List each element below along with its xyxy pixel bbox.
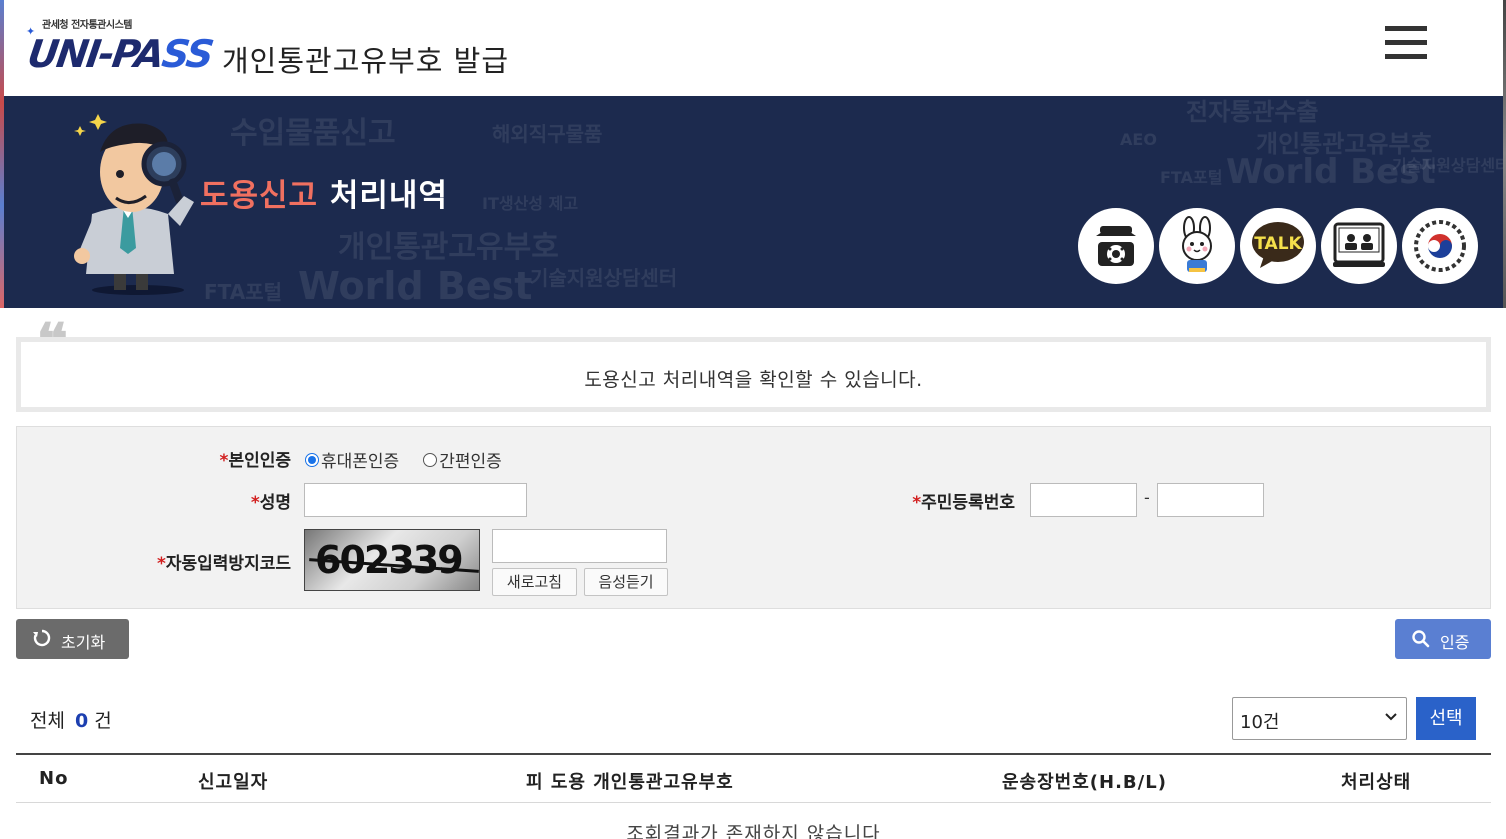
- reset-button-label: 초기화: [61, 633, 106, 652]
- rrn-front-input[interactable]: [1030, 483, 1137, 517]
- search-form: *본인인증 휴대폰인증 간편인증 *성명 *주민등록번호 - *자동입력방지코드…: [16, 426, 1491, 609]
- remote-support-quick-link[interactable]: [1321, 208, 1397, 284]
- notice-text: 도용신고 처리내역을 확인할 수 있습니다.: [584, 369, 923, 391]
- logo-wordmark-part-a: UNI-PA: [24, 32, 166, 76]
- column-header-date: 신고일자: [198, 772, 269, 793]
- hamburger-menu-icon[interactable]: [1385, 26, 1427, 62]
- page-size-selected: 10건: [1240, 712, 1280, 733]
- banner-bg-word: FTA포털: [1160, 168, 1223, 187]
- captcha-label: *자동입력방지코드: [156, 554, 291, 574]
- auth-option-simple[interactable]: 간편인증: [423, 447, 502, 472]
- auth-method-radio-group: 휴대폰인증 간편인증: [305, 447, 526, 472]
- captcha-input[interactable]: [492, 529, 667, 563]
- mascot-icon: [1182, 216, 1212, 272]
- auth-option-simple-label: 간편인증: [439, 452, 502, 472]
- notice-box: 도용신고 처리내역을 확인할 수 있습니다.: [16, 337, 1491, 412]
- page-banner: 수입물품신고 해외직구물품 IT생산성 제고 개인통관고유부호 FTA포털 Wo…: [4, 96, 1503, 308]
- rrn-separator: -: [1144, 488, 1150, 507]
- total-count: 0: [74, 710, 89, 732]
- column-header-no: No: [39, 768, 69, 789]
- empty-result-message: 조회결과가 존재하지 않습니다: [626, 823, 881, 839]
- authenticate-button-label: 인증: [1440, 633, 1470, 652]
- site-header: 관세청 전자통관시스템 ✦ UNI-PASS 개인통관고유부호 발급: [4, 0, 1503, 96]
- result-total: 전체 0 건: [30, 706, 112, 733]
- name-input[interactable]: [304, 483, 527, 517]
- rrn-back-input[interactable]: [1157, 483, 1264, 517]
- page-title-rest: 처리내역: [329, 178, 448, 214]
- banner-bg-word: 기술지원상담센터: [530, 266, 678, 290]
- authenticate-button[interactable]: 인증: [1395, 619, 1491, 659]
- unipass-logo[interactable]: 관세청 전자통관시스템 ✦ UNI-PASS: [25, 16, 218, 82]
- banner-bg-word: 개인통관고유부호: [338, 230, 559, 265]
- captcha-audio-button[interactable]: 음성듣기: [584, 568, 668, 596]
- column-header-status: 처리상태: [1341, 772, 1412, 793]
- auth-method-label: *본인인증: [219, 451, 291, 471]
- banner-bg-word: World Best: [298, 264, 533, 308]
- reset-button[interactable]: 초기화: [16, 619, 129, 659]
- select-button[interactable]: 선택: [1416, 697, 1476, 740]
- banner-bg-word: 기술지원상담센터: [1392, 156, 1503, 175]
- mascot-quick-link[interactable]: [1159, 208, 1235, 284]
- name-label: *성명: [250, 493, 291, 513]
- page-size-select[interactable]: 10건: [1232, 697, 1407, 740]
- banner-bg-word: 전자통관수출: [1186, 98, 1319, 126]
- magnifier-character-illustration: [74, 114, 194, 295]
- logo-subtitle: 관세청 전자통관시스템: [42, 20, 132, 31]
- banner-bg-word: IT생산성 제고: [482, 194, 579, 213]
- column-header-stolen-code: 피 도용 개인통관고유부호: [526, 772, 734, 793]
- banner-bg-word: 해외직구물품: [492, 122, 603, 146]
- banner-bg-word: 수입물품신고: [230, 116, 396, 151]
- total-prefix: 전체: [30, 710, 65, 732]
- table-header: No 신고일자 피 도용 개인통관고유부호 운송장번호(H.B/L) 처리상태: [16, 753, 1491, 803]
- auth-option-mobile[interactable]: 휴대폰인증: [305, 447, 399, 472]
- banner-bg-word: FTA포털: [204, 280, 283, 304]
- captcha-image: 602339: [304, 529, 480, 591]
- logo-wordmark: UNI-PASS: [25, 32, 215, 76]
- table-row-empty: 조회결과가 존재하지 않습니다: [16, 803, 1491, 839]
- radio-unchecked-icon: [423, 452, 438, 467]
- phone-quick-link[interactable]: [1078, 208, 1154, 284]
- kakao-talk-quick-link[interactable]: TALK: [1240, 208, 1316, 284]
- page-title-highlight: 도용신고: [200, 178, 319, 214]
- banner-bg-word: AEO: [1120, 130, 1157, 149]
- radio-checked-icon: [305, 452, 319, 467]
- remote-support-icon: [1333, 222, 1385, 267]
- rrn-label: *주민등록번호: [912, 493, 1015, 513]
- captcha-refresh-button[interactable]: 새로고침: [492, 568, 577, 596]
- page-title: 도용신고 처리내역: [200, 170, 448, 215]
- auth-option-mobile-label: 휴대폰인증: [321, 452, 400, 472]
- government-emblem-icon: [1414, 220, 1466, 272]
- site-title: 개인통관고유부호 발급: [222, 44, 510, 78]
- svg-text:TALK: TALK: [1254, 234, 1302, 254]
- column-header-waybill: 운송장번호(H.B/L): [1002, 772, 1167, 793]
- logo-wordmark-part-b: SS: [159, 32, 215, 76]
- telephone-icon: [1096, 226, 1136, 266]
- search-icon: [1412, 630, 1430, 648]
- kakao-talk-icon: TALK: [1252, 222, 1304, 268]
- chevron-down-icon: [1385, 713, 1397, 721]
- refresh-icon: [33, 629, 51, 647]
- government-quick-link[interactable]: [1402, 208, 1478, 284]
- total-suffix: 건: [94, 710, 112, 732]
